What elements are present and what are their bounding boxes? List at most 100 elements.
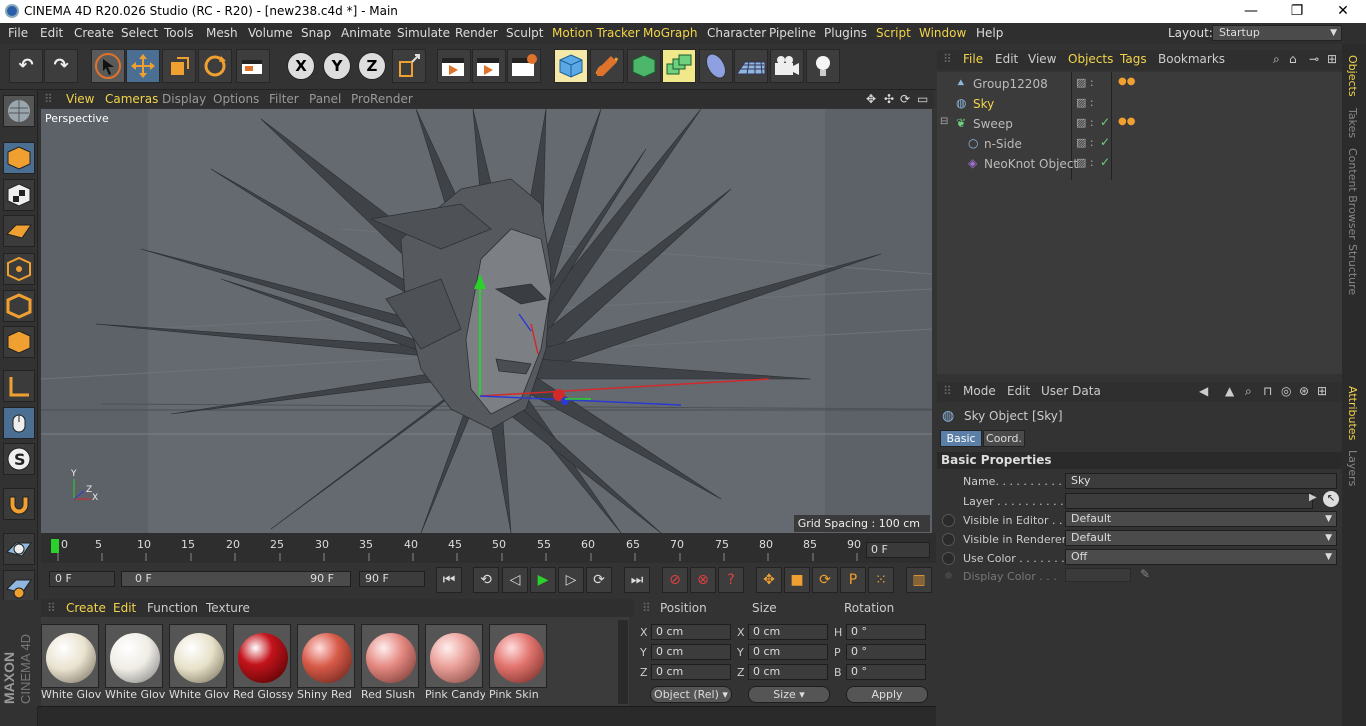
search-icon[interactable]: ⌕	[1273, 52, 1280, 67]
color-picker-icon[interactable]: ✎	[1140, 567, 1150, 581]
attribute-menu-edit[interactable]: Edit	[1007, 384, 1030, 398]
x-axis-lock-button[interactable]: X	[287, 52, 315, 80]
menu-motion-tracker[interactable]: Motion Tracker	[552, 26, 640, 40]
expand-toggle-icon[interactable]: ⊟	[940, 116, 948, 127]
object-menu-edit[interactable]: Edit	[995, 52, 1018, 66]
link-icon[interactable]: ⊸	[1309, 52, 1319, 66]
coordinate-system-icon[interactable]	[392, 49, 426, 83]
rotation-b-field[interactable]: 0 °	[846, 664, 926, 680]
checkmark-icon[interactable]: ✓	[1100, 115, 1110, 129]
select-arrow-icon[interactable]	[91, 49, 125, 83]
tab-basic[interactable]: Basic	[940, 430, 982, 447]
end-frame-field[interactable]: 90 F	[359, 571, 425, 587]
menu-snap[interactable]: Snap	[301, 26, 331, 40]
snap-magnet-icon[interactable]	[3, 488, 35, 520]
solo-mode-icon[interactable]: S	[3, 443, 35, 475]
material-menu-texture[interactable]: Texture	[206, 601, 250, 615]
enable-snap-icon[interactable]	[3, 533, 35, 565]
visibility-toggle-icon[interactable]: ▨ :	[1076, 156, 1094, 169]
name-field[interactable]: Sky	[1065, 473, 1337, 489]
tag-icon[interactable]: ●●	[1118, 76, 1135, 87]
start-frame-field[interactable]: 0 F	[49, 571, 115, 587]
tab-takes[interactable]: Takes	[1346, 108, 1359, 138]
visibility-toggle-icon[interactable]: ▨ :	[1076, 76, 1094, 89]
menu-file[interactable]: File	[8, 26, 28, 40]
target-icon[interactable]: ◎	[1281, 384, 1291, 398]
object-menu-view[interactable]: View	[1028, 52, 1056, 66]
cloner-icon[interactable]	[662, 49, 696, 83]
texture-mode-icon[interactable]	[3, 179, 35, 211]
scale-tool-icon[interactable]	[162, 49, 196, 83]
use-color-select[interactable]: Off ▼	[1065, 549, 1337, 565]
previous-frame-icon[interactable]: ◁	[502, 567, 528, 593]
object-menu-objects[interactable]: Objects	[1068, 52, 1113, 66]
minimize-button[interactable]: —	[1228, 0, 1274, 23]
tweak-mode-icon[interactable]	[3, 407, 35, 439]
go-to-end-icon[interactable]: ⏭	[624, 567, 650, 593]
animate-radio[interactable]	[942, 514, 955, 527]
animate-radio[interactable]	[942, 552, 955, 565]
display-color-swatch[interactable]	[1065, 568, 1131, 582]
material-menu-create[interactable]: Create	[66, 601, 106, 615]
viewport-menu-cameras[interactable]: Cameras	[105, 92, 158, 106]
search-icon[interactable]: ⌕	[1245, 384, 1252, 399]
visible-in-renderer-select[interactable]: Default ▼	[1065, 530, 1337, 546]
size-z-field[interactable]: 0 cm	[748, 664, 828, 680]
edges-mode-icon[interactable]	[3, 290, 35, 322]
tab-layers[interactable]: Layers	[1346, 450, 1359, 486]
workplane-snap-icon[interactable]	[3, 570, 35, 602]
material-scrollbar[interactable]	[618, 620, 628, 704]
frame-range-slider[interactable]: 0 F 90 F	[121, 571, 351, 587]
material-swatch[interactable]: Red Glossy	[233, 624, 293, 702]
move-tool-icon[interactable]	[126, 49, 160, 83]
camera-icon[interactable]	[770, 49, 804, 83]
object-row[interactable]: ◈ NeoKnot Object ▨ : ✓	[940, 154, 1340, 173]
model-mode-icon[interactable]	[3, 142, 35, 174]
make-editable-icon[interactable]	[3, 95, 35, 127]
layer-field[interactable]	[1065, 493, 1313, 509]
cube-primitive-icon[interactable]	[554, 49, 588, 83]
pick-layer-icon[interactable]: ↖	[1323, 491, 1339, 507]
viewport-menu-filter[interactable]: Filter	[269, 92, 299, 106]
up-arrow-icon[interactable]: ▲	[1225, 384, 1234, 398]
restore-button[interactable]: ❐	[1274, 0, 1320, 23]
material-swatch[interactable]: Pink Skin	[489, 624, 549, 702]
material-swatch[interactable]: Red Slush	[361, 624, 421, 702]
menu-render[interactable]: Render	[455, 26, 498, 40]
key-rotation-icon[interactable]: ⟳	[812, 567, 838, 593]
object-row[interactable]: ◍ Sky ▨ :	[940, 94, 1340, 113]
axis-mode-icon[interactable]	[3, 370, 35, 402]
object-menu-bookmarks[interactable]: Bookmarks	[1158, 52, 1225, 66]
rotate-tool-icon[interactable]	[198, 49, 232, 83]
viewport-menu-display[interactable]: Display	[162, 92, 206, 106]
tab-structure[interactable]: Structure	[1346, 244, 1359, 295]
material-swatch[interactable]: White Glov	[41, 624, 101, 702]
menu-character[interactable]: Character	[707, 26, 766, 40]
layer-menu-arrow-icon[interactable]: ▶	[1309, 492, 1317, 503]
polygons-mode-icon[interactable]	[3, 326, 35, 358]
settings-icon[interactable]: ⊛	[1299, 384, 1309, 398]
object-menu-file[interactable]: File	[963, 52, 983, 66]
layout-select[interactable]: Startup ▼	[1212, 25, 1342, 41]
timeline-ruler[interactable]: 0 5 10 15 20 25 30 35 40 45 50 55 60 65 …	[41, 533, 936, 563]
render-settings-icon[interactable]	[507, 49, 541, 83]
menu-sculpt[interactable]: Sculpt	[506, 26, 543, 40]
workplane-mode-icon[interactable]	[3, 215, 35, 247]
current-frame-field[interactable]: 0 F	[866, 542, 930, 558]
keyframe-selection-icon[interactable]: ?	[718, 567, 744, 593]
menu-mograph[interactable]: MoGraph	[643, 26, 698, 40]
object-row[interactable]: ⯅ Group12208 ▨ : ●●	[940, 74, 1340, 93]
viewport-menu-options[interactable]: Options	[213, 92, 259, 106]
subdivision-surface-icon[interactable]	[627, 49, 661, 83]
apply-button[interactable]: Apply	[846, 686, 928, 703]
recent-tools-icon[interactable]	[236, 49, 270, 83]
z-axis-lock-button[interactable]: Z	[358, 52, 386, 80]
key-parameter-icon[interactable]: P	[840, 567, 866, 593]
material-swatch[interactable]: White Glov	[105, 624, 165, 702]
visibility-toggle-icon[interactable]: ▨ :	[1076, 116, 1094, 129]
render-to-picture-viewer-icon[interactable]	[472, 49, 506, 83]
key-pla-icon[interactable]: ⁙	[868, 567, 894, 593]
menu-simulate[interactable]: Simulate	[397, 26, 450, 40]
next-key-icon[interactable]: ⟳	[586, 567, 612, 593]
new-panel-icon[interactable]: ⊞	[1327, 52, 1337, 66]
